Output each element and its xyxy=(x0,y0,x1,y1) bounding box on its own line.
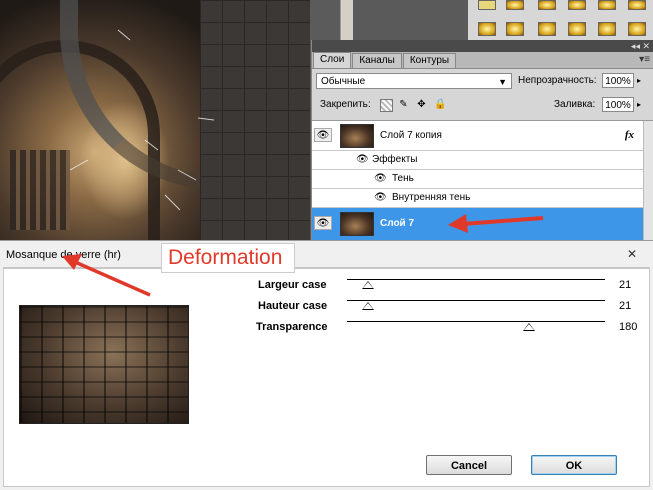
layers-scrollbar[interactable] xyxy=(643,121,653,241)
lock-label: Закрепить: xyxy=(320,99,371,110)
param-slider-width-thumb[interactable] xyxy=(362,281,375,289)
param-slider-height-track[interactable] xyxy=(347,300,605,301)
opacity-input[interactable]: 100% xyxy=(602,73,634,88)
tab-layers[interactable]: Слои xyxy=(313,52,352,68)
param-slider-transparency-track[interactable] xyxy=(347,321,605,322)
opacity-slider-toggle[interactable]: ▸ xyxy=(637,73,641,88)
effects-eye-icon[interactable]: 👁 xyxy=(356,153,369,167)
blend-mode-value: Обычные xyxy=(321,76,366,87)
style-swatch[interactable] xyxy=(506,22,524,36)
layer-thumbnail xyxy=(340,212,374,236)
transparency-grid xyxy=(200,0,310,245)
style-swatch[interactable] xyxy=(538,0,556,10)
style-swatch[interactable] xyxy=(478,0,496,10)
effects-label: Эффекты xyxy=(372,154,418,165)
effect-eye-icon[interactable]: 👁 xyxy=(374,172,387,186)
param-slider-width-track[interactable] xyxy=(347,279,605,280)
fill-label: Заливка: xyxy=(554,99,596,110)
lock-transparency-icon[interactable] xyxy=(380,99,393,112)
style-swatch[interactable] xyxy=(628,0,646,10)
param-slider-transparency-thumb[interactable] xyxy=(523,323,536,331)
fill-slider-toggle[interactable]: ▸ xyxy=(637,97,641,112)
annotation-label: Deformation xyxy=(161,243,295,273)
param-value-transparency: 180 xyxy=(619,321,638,333)
effect-eye-icon[interactable]: 👁 xyxy=(374,191,387,205)
style-swatch[interactable] xyxy=(598,22,616,36)
layer-effect-inner-shadow[interactable]: 👁 Внутренняя тень xyxy=(312,189,644,208)
lock-all-icon[interactable]: 🔒 xyxy=(434,99,446,110)
styles-palette xyxy=(468,0,653,40)
panel-menu-icon[interactable]: ▾≡ xyxy=(639,54,650,65)
opacity-label: Непрозрачность: xyxy=(518,75,597,86)
param-slider-height-thumb[interactable] xyxy=(362,302,375,310)
effect-name: Внутренняя тень xyxy=(392,192,471,203)
style-swatch[interactable] xyxy=(478,22,496,36)
tab-channels[interactable]: Каналы xyxy=(352,53,402,68)
cancel-button[interactable]: Cancel xyxy=(426,455,512,475)
effect-name: Тень xyxy=(392,173,414,184)
style-swatch[interactable] xyxy=(628,22,646,36)
param-label-width: Largeur case xyxy=(258,279,327,291)
layers-panel: ◂◂ ✕ Слои Каналы Контуры ▾≡ Обычные ▼ Не… xyxy=(311,40,653,241)
panel-title-bar: ◂◂ ✕ xyxy=(312,40,653,52)
blend-mode-select[interactable]: Обычные ▼ xyxy=(316,73,512,89)
layers-list: 👁 Слой 7 копия fx 👁 Эффекты 👁 Тень 👁 Вну… xyxy=(312,120,653,241)
lock-brush-icon[interactable]: ✎ xyxy=(398,99,409,110)
fill-input[interactable]: 100% xyxy=(602,97,634,112)
filter-dialog: Mosanque de verre (hr) ✕ Largeur case 21… xyxy=(0,240,653,490)
tab-paths[interactable]: Контуры xyxy=(402,53,457,68)
workspace-background xyxy=(310,0,340,40)
panel-tabs: Слои Каналы Контуры ▾≡ xyxy=(312,52,653,69)
layer-thumbnail xyxy=(340,124,374,148)
style-swatch[interactable] xyxy=(598,0,616,10)
close-icon[interactable]: ✕ xyxy=(621,247,643,261)
canvas-scrollbar[interactable] xyxy=(340,0,353,40)
layer-effects-row[interactable]: 👁 Эффекты xyxy=(312,151,644,170)
param-label-height: Hauteur case xyxy=(258,300,328,312)
ok-button[interactable]: OK xyxy=(531,455,617,475)
layer-name: Слой 7 xyxy=(380,218,415,229)
param-label-transparency: Transparence xyxy=(256,321,328,333)
collapse-icon[interactable]: ◂◂ ✕ xyxy=(631,40,650,52)
layer-name: Слой 7 копия xyxy=(380,130,442,141)
filter-preview xyxy=(19,305,189,424)
style-swatch[interactable] xyxy=(568,22,586,36)
photo-window xyxy=(10,150,70,230)
layer-row-selected[interactable]: 👁 Слой 7 xyxy=(312,208,644,241)
style-swatch[interactable] xyxy=(568,0,586,10)
fx-icon[interactable]: fx xyxy=(625,129,634,141)
chevron-down-icon: ▼ xyxy=(498,77,507,87)
dialog-title: Mosanque de verre (hr) xyxy=(6,249,121,261)
param-value-width: 21 xyxy=(619,279,632,291)
layer-effect-shadow[interactable]: 👁 Тень xyxy=(312,170,644,189)
style-swatch[interactable] xyxy=(538,22,556,36)
layer-row-copy[interactable]: 👁 Слой 7 копия fx xyxy=(312,121,644,151)
visibility-eye-icon[interactable]: 👁 xyxy=(314,128,332,142)
style-swatch[interactable] xyxy=(506,0,524,10)
param-value-height: 21 xyxy=(619,300,632,312)
visibility-eye-icon[interactable]: 👁 xyxy=(314,216,332,230)
lock-position-icon[interactable]: ✥ xyxy=(416,99,427,110)
